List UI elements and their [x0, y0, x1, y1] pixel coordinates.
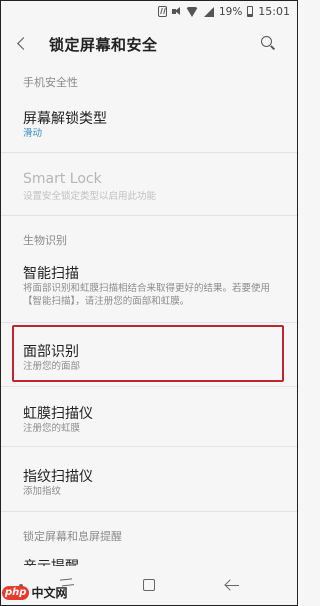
section-header-phone-security: 手机安全性: [23, 76, 78, 89]
watermark-text: 中文网: [31, 586, 68, 600]
signal-icon: [203, 6, 214, 17]
mute-icon: [171, 7, 181, 16]
smart-scan-subtitle: 将面部识别和虹膜扫描相结合来取得更好的结果。若要使用【智能扫描】，请注册您的面部…: [23, 283, 271, 307]
divider: [0, 215, 298, 216]
smart-lock-subtitle: 设置安全锁定类型以启用此功能: [23, 191, 157, 202]
back-arrow-icon[interactable]: [14, 36, 30, 52]
app-bar: 锁定屏幕和安全: [0, 24, 298, 64]
nfc-icon: [157, 6, 167, 17]
smart-scan-title: 智能扫描: [23, 266, 79, 282]
smart-lock-title: Smart Lock: [23, 171, 102, 187]
home-icon[interactable]: [143, 579, 155, 591]
page-title: 锁定屏幕和安全: [49, 36, 158, 54]
fingerprint-scanner-subtitle: 添加指纹: [23, 486, 62, 497]
screen-lock-type-title: 屏幕解锁类型: [23, 111, 107, 127]
screen-lock-type-value: 滑动: [23, 128, 43, 139]
divider: [0, 446, 298, 447]
iris-scanner-title: 虹膜扫描仪: [23, 406, 93, 422]
watermark: php 中文网: [2, 584, 67, 601]
fingerprint-scanner-title: 指纹扫描仪: [23, 469, 93, 485]
nav-back-icon[interactable]: [224, 578, 240, 592]
iris-scanner-subtitle: 注册您的虹膜: [23, 423, 81, 434]
face-recognition-subtitle: 注册您的面部: [23, 361, 81, 372]
battery-percentage: 19%: [218, 5, 243, 18]
divider: [0, 152, 298, 153]
watermark-badge: php: [2, 585, 30, 600]
search-icon[interactable]: [260, 35, 276, 51]
section-header-biometrics: 生物识别: [23, 234, 67, 247]
section-header-lock-screen: 锁定屏幕和息屏提醒: [23, 530, 122, 543]
divider: [0, 322, 298, 323]
divider: [0, 511, 298, 512]
clock: 15:01: [258, 5, 290, 18]
status-icons: 19% 15:01: [157, 5, 290, 18]
battery-icon: [247, 6, 254, 17]
status-bar: 19% 15:01: [0, 0, 298, 24]
wifi-icon: [185, 6, 199, 17]
divider: [0, 386, 298, 387]
face-recognition-title: 面部识别: [23, 344, 79, 360]
